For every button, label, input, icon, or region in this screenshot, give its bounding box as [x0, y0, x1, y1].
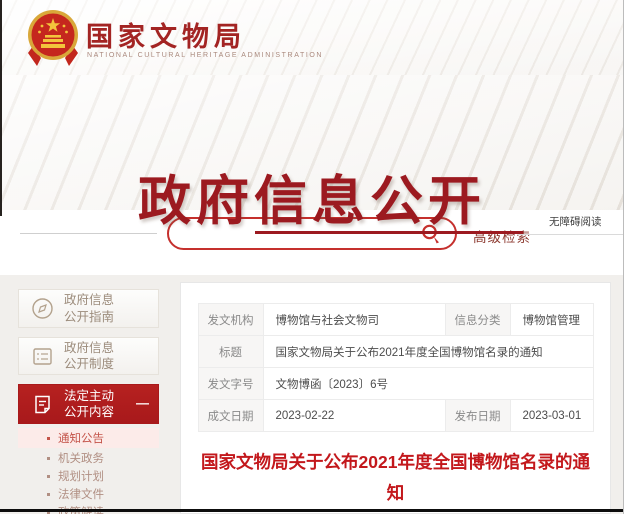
compass-icon [31, 297, 54, 320]
sidebar-item-disclosure-system[interactable]: 政府信息公开制度 [18, 337, 159, 375]
document-icon [31, 393, 54, 416]
subitem-label: 通知公告 [58, 430, 104, 446]
table-row: 发文机构 博物馆与社会文物司 信息分类 博物馆管理 [198, 304, 593, 336]
doc-number-value: 文物博函〔2023〕6号 [263, 368, 593, 400]
site-header: 国家文物局 NATIONAL CULTURAL HERITAGE ADMINIS… [0, 0, 624, 75]
sidebar-item-statutory-disclosure[interactable]: 法定主动公开内容 — [18, 384, 159, 424]
doc-number-label: 发文字号 [198, 368, 263, 400]
written-date-label: 成文日期 [198, 400, 263, 432]
sidebar-item-label: 政府信息公开指南 [64, 292, 114, 325]
national-emblem-logo [27, 8, 79, 66]
issuing-org-label: 发文机构 [198, 304, 263, 336]
window-bottom-edge [0, 509, 624, 512]
sidebar-item-disclosure-guide[interactable]: 政府信息公开指南 [18, 289, 159, 328]
page: 国家文物局 NATIONAL CULTURAL HERITAGE ADMINIS… [0, 0, 624, 514]
subitem-label: 规划计划 [58, 468, 104, 484]
window-left-edge [0, 0, 2, 216]
document-list-icon [31, 345, 54, 368]
bullet-icon [47, 493, 50, 496]
site-title-english: NATIONAL CULTURAL HERITAGE ADMINISTRATIO… [87, 52, 323, 59]
category-label: 信息分类 [445, 304, 510, 336]
banner-underline [255, 231, 523, 234]
category-value: 博物馆管理 [510, 304, 593, 336]
bullet-icon [47, 457, 50, 460]
sidebar-subitem-notices[interactable]: 通知公告 [18, 428, 159, 448]
site-title: 国家文物局 [86, 15, 246, 54]
table-row: 发文字号 文物博函〔2023〕6号 [198, 368, 593, 400]
written-date-value: 2023-02-22 [263, 400, 445, 432]
sidebar-item-label: 法定主动公开内容 [64, 388, 114, 421]
sidebar-subitem-policy-interpretation[interactable]: 政策解读 [18, 502, 159, 514]
collapse-indicator[interactable]: — [136, 396, 149, 413]
banner-title: 政府信息公开 [0, 159, 624, 235]
publish-date-value: 2023-03-01 [510, 400, 593, 432]
title-value: 国家文物局关于公布2021年度全国博物馆名录的通知 [263, 336, 593, 368]
sidebar-item-label: 政府信息公开制度 [64, 340, 114, 373]
title-label: 标题 [198, 336, 263, 368]
subitem-label: 机关政务 [58, 450, 104, 466]
document-detail-card: 发文机构 博物馆与社会文物司 信息分类 博物馆管理 标题 国家文物局关于公布20… [180, 282, 611, 514]
document-info-table: 发文机构 博物馆与社会文物司 信息分类 博物馆管理 标题 国家文物局关于公布20… [198, 303, 594, 432]
national-emblem-icon [27, 8, 79, 66]
bullet-icon [47, 437, 50, 440]
sidebar-subitem-legal-documents[interactable]: 法律文件 [18, 484, 159, 504]
bullet-icon [47, 475, 50, 478]
publish-date-label: 发布日期 [445, 400, 510, 432]
article-title: 国家文物局关于公布2021年度全国博物馆名录的通知 [201, 447, 590, 508]
table-row: 成文日期 2023-02-22 发布日期 2023-03-01 [198, 400, 593, 432]
table-row: 标题 国家文物局关于公布2021年度全国博物馆名录的通知 [198, 336, 593, 368]
sidebar-subitem-agency-affairs[interactable]: 机关政务 [18, 448, 159, 468]
sidebar-subitem-planning[interactable]: 规划计划 [18, 466, 159, 486]
page-banner: 政府信息公开 [0, 75, 624, 210]
issuing-org-value: 博物馆与社会文物司 [263, 304, 445, 336]
subitem-label: 法律文件 [58, 486, 104, 502]
